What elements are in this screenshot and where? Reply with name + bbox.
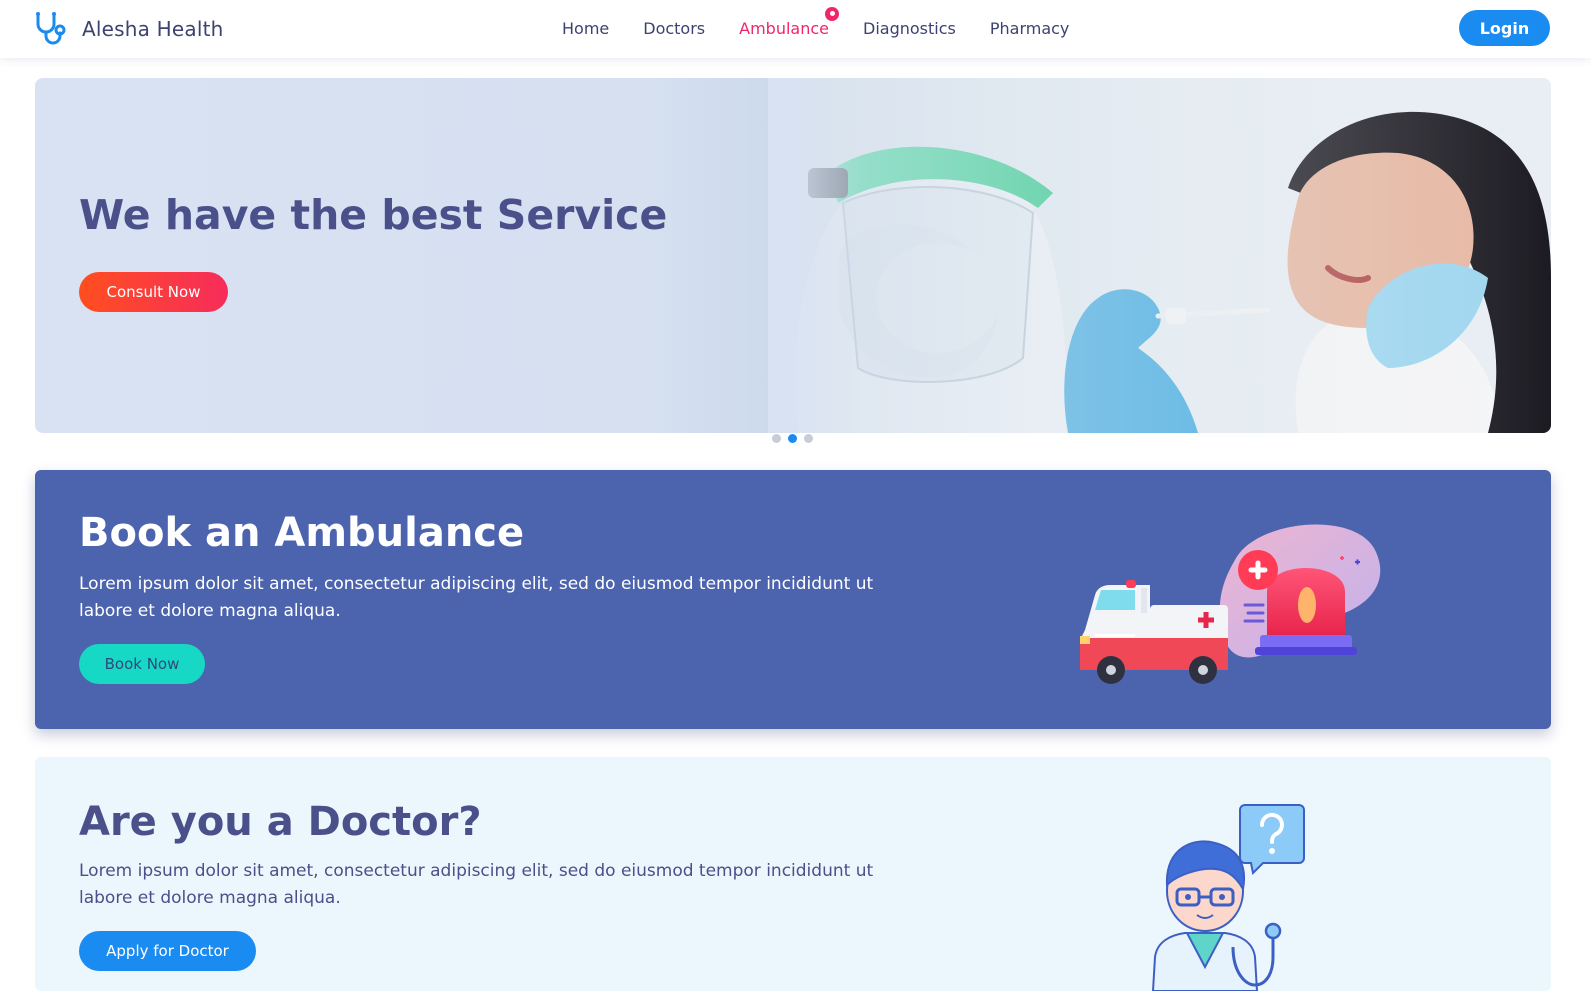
- ambulance-illustration: [1080, 524, 1381, 684]
- slider-dot[interactable]: [772, 434, 781, 443]
- nav-pharmacy[interactable]: Pharmacy: [990, 19, 1070, 38]
- apply-for-doctor-button[interactable]: Apply for Doctor: [79, 931, 256, 971]
- slider-dot[interactable]: [804, 434, 813, 443]
- doctor-description: Lorem ipsum dolor sit amet, consectetur …: [79, 861, 874, 908]
- nav-ambulance[interactable]: Ambulance: [739, 6, 839, 38]
- doctor-illustration: [1151, 804, 1305, 991]
- nav-home[interactable]: Home: [562, 19, 609, 38]
- covid-swab-test-photo: [768, 78, 1551, 433]
- doctor-signup-card: Are you a Doctor? Lorem ipsum dolor sit …: [35, 757, 1551, 991]
- slider-pagination: [772, 434, 820, 443]
- main-nav: Home Doctors Ambulance Diagnostics Pharm…: [562, 0, 1103, 56]
- stethoscope-icon: [36, 12, 66, 45]
- brand-name: Alesha Health: [82, 17, 224, 41]
- slider-dot-active[interactable]: [788, 434, 797, 443]
- login-button[interactable]: Login: [1459, 10, 1550, 46]
- brand-logo[interactable]: Alesha Health: [34, 10, 224, 48]
- ambulance-title: Book an Ambulance: [79, 510, 525, 556]
- book-now-button[interactable]: Book Now: [79, 644, 205, 684]
- nav-doctors[interactable]: Doctors: [643, 19, 705, 38]
- book-ambulance-card: Book an Ambulance Lorem ipsum dolor sit …: [35, 470, 1551, 729]
- top-navbar: Alesha Health Home Doctors Ambulance Dia…: [0, 0, 1591, 58]
- consult-now-button[interactable]: Consult Now: [79, 272, 228, 312]
- nav-diagnostics[interactable]: Diagnostics: [863, 19, 956, 38]
- notification-dot-icon: [825, 6, 839, 21]
- hero-title: We have the best Service: [79, 191, 668, 239]
- ambulance-description: Lorem ipsum dolor sit amet, consectetur …: [79, 574, 874, 621]
- doctor-title: Are you a Doctor?: [79, 799, 482, 845]
- nav-ambulance-label: Ambulance: [739, 18, 829, 38]
- hero-slider: We have the best Service Consult Now: [35, 78, 1551, 433]
